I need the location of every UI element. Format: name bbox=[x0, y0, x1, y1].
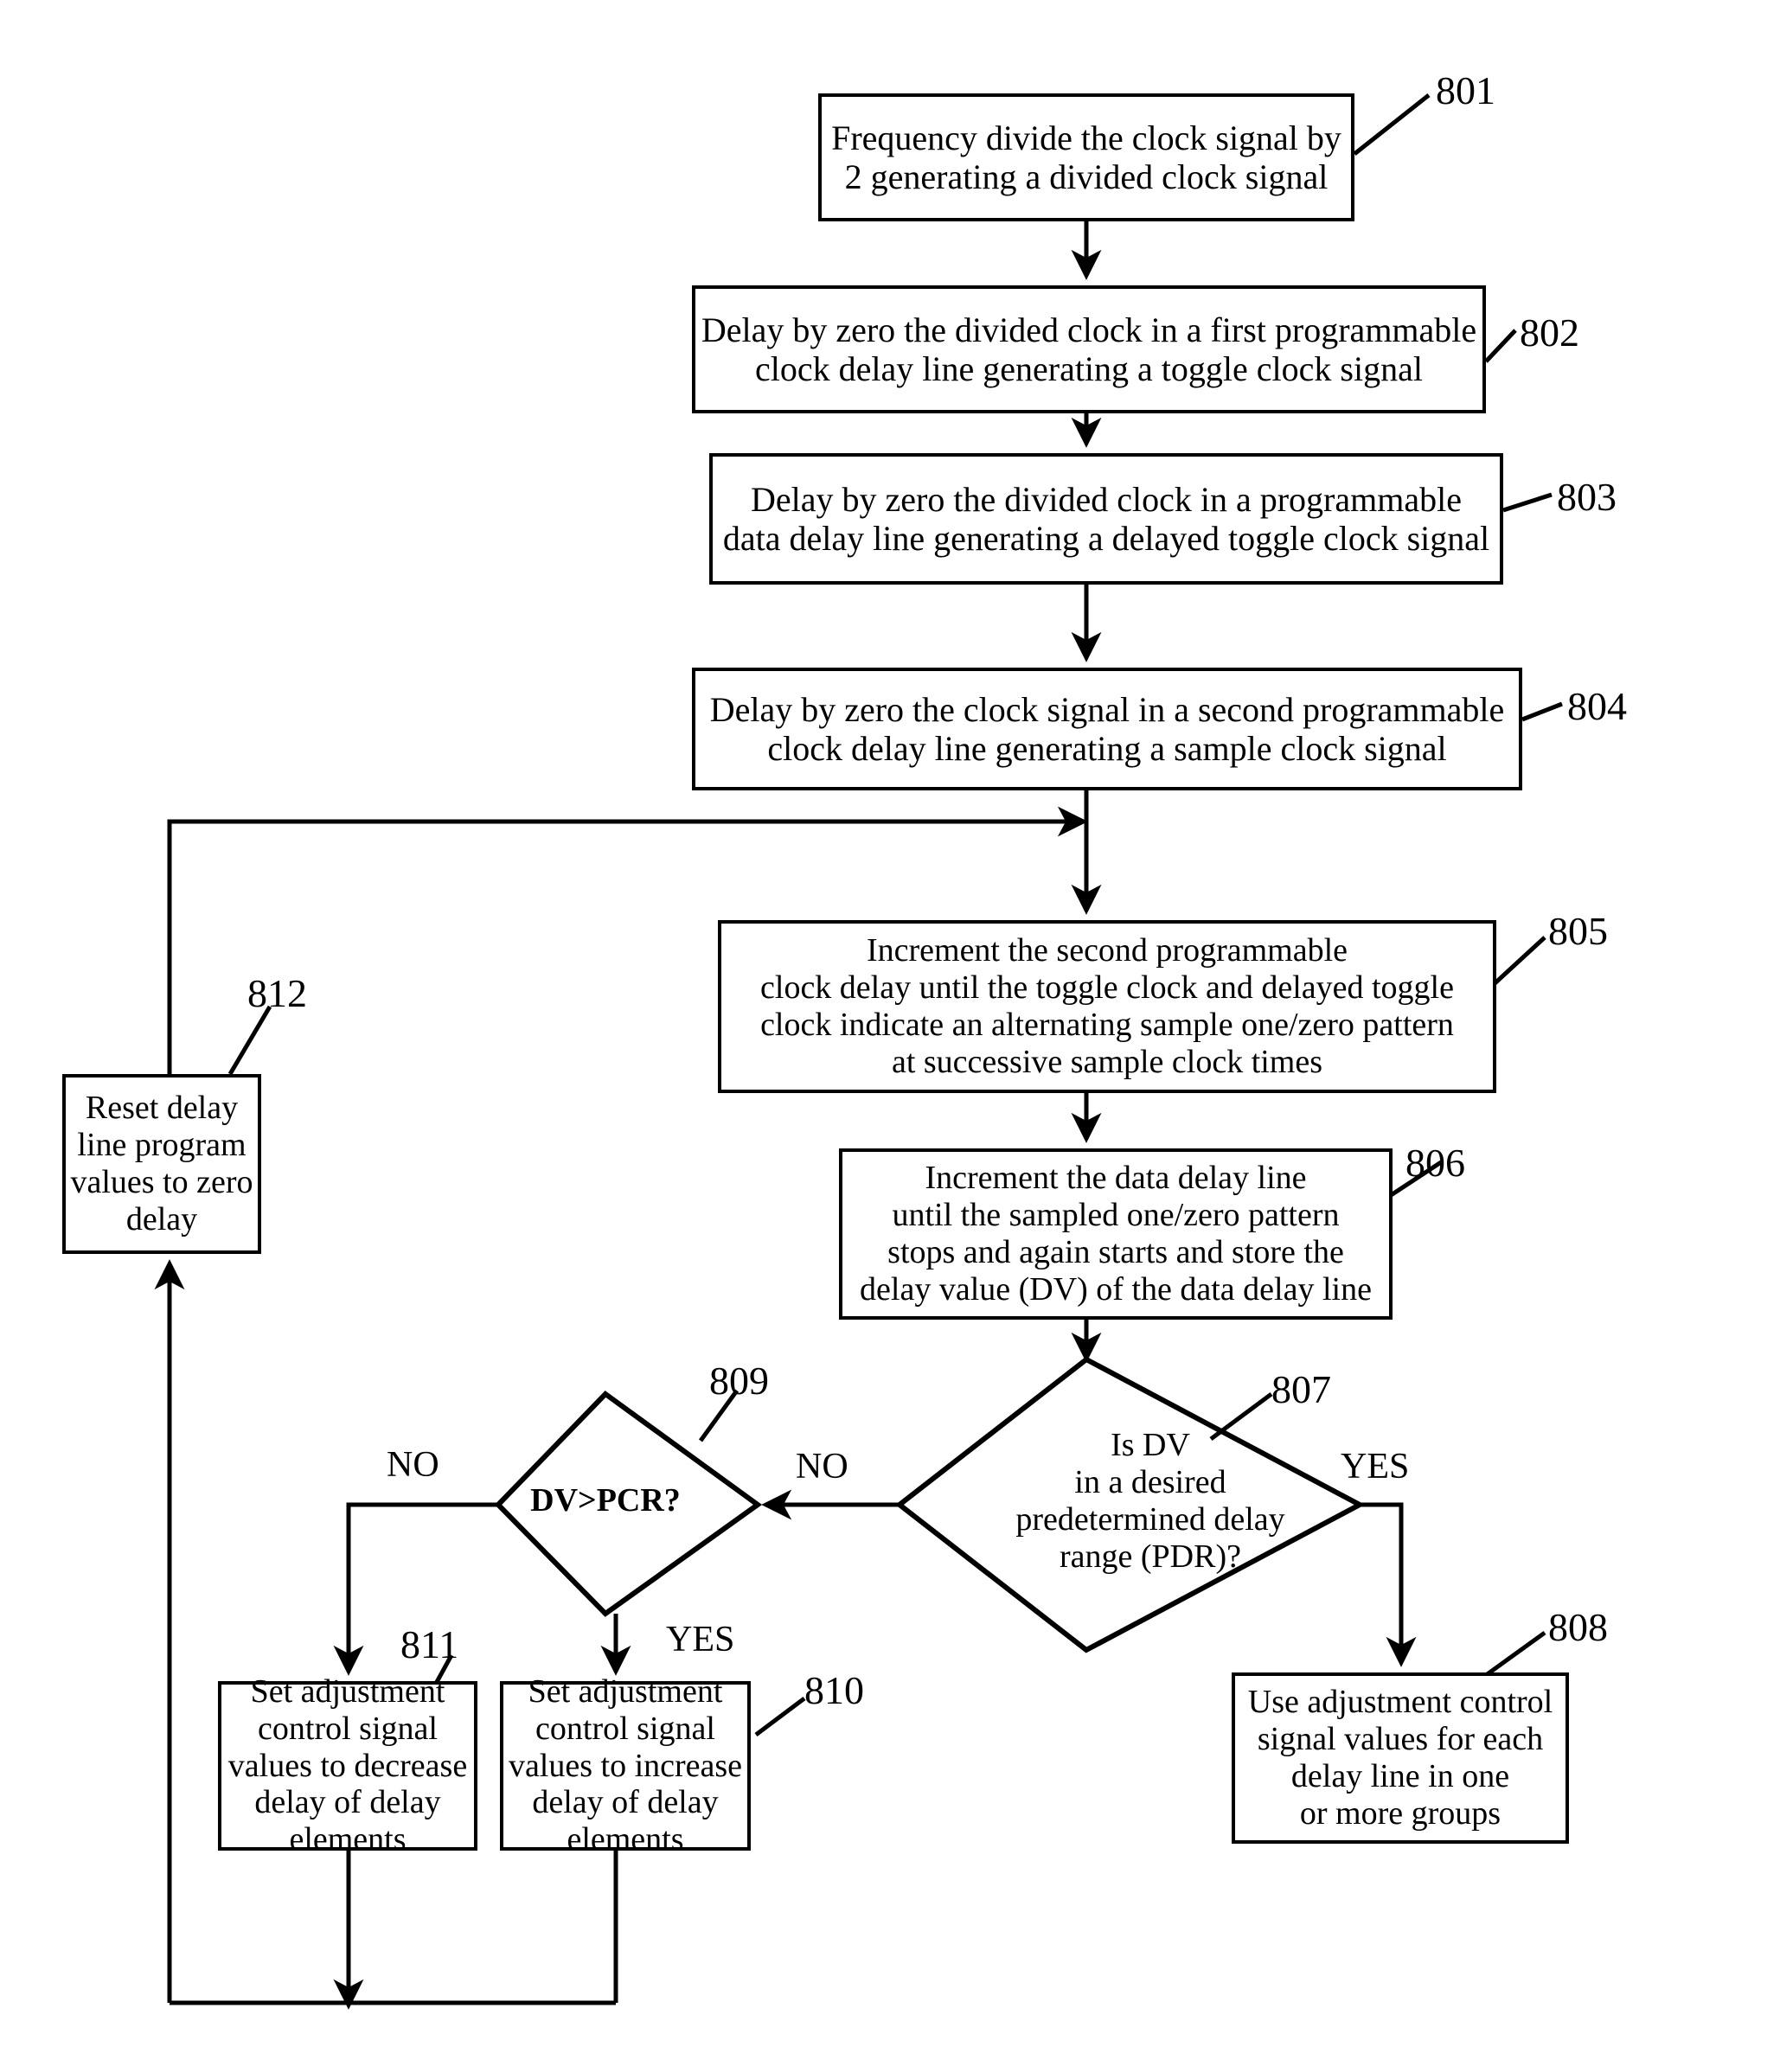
node-801-text: Frequency divide the clock signal by 2 g… bbox=[831, 118, 1341, 196]
ref-numeral-809: 809 bbox=[709, 1359, 769, 1403]
node-810-text: Set adjustment control signal values to … bbox=[508, 1672, 743, 1858]
process-node-801: Frequency divide the clock signal by 2 g… bbox=[818, 93, 1354, 221]
ref-numeral-811: 811 bbox=[400, 1622, 459, 1666]
node-804-text: Delay by zero the clock signal in a seco… bbox=[709, 689, 1505, 768]
node-809-text: DV>PCR? bbox=[530, 1481, 681, 1519]
process-node-811: Set adjustment control signal values to … bbox=[218, 1673, 477, 1858]
decision-node-809: DV>PCR? bbox=[484, 1470, 727, 1531]
node-811-text: Set adjustment control signal values to … bbox=[227, 1672, 468, 1858]
ref-numeral-808: 808 bbox=[1548, 1605, 1608, 1649]
node-812-text: Reset delay line program values to zero … bbox=[70, 1090, 253, 1237]
edge-807-yes-808 bbox=[1360, 1502, 1417, 1667]
ref-numeral-807: 807 bbox=[1271, 1367, 1331, 1411]
leader-801 bbox=[1353, 93, 1431, 156]
edge-label-no-809: NO bbox=[387, 1445, 439, 1485]
decision-node-807: Is DV in a desired predetermined delay r… bbox=[951, 1415, 1349, 1588]
process-node-810: Set adjustment control signal values to … bbox=[500, 1673, 751, 1858]
ref-numeral-804: 804 bbox=[1567, 684, 1627, 728]
node-808-text: Use adjustment control signal values for… bbox=[1247, 1684, 1553, 1832]
ref-numeral-801: 801 bbox=[1436, 68, 1495, 112]
process-node-802: Delay by zero the divided clock in a fir… bbox=[692, 285, 1486, 413]
process-node-808: Use adjustment control signal values for… bbox=[1232, 1672, 1569, 1844]
ref-numeral-802: 802 bbox=[1520, 310, 1579, 355]
edge-label-yes-809: YES bbox=[666, 1620, 735, 1660]
node-803-text: Delay by zero the divided clock in a pro… bbox=[722, 479, 1490, 558]
leader-803 bbox=[1502, 492, 1553, 513]
node-805-text: Increment the second programmable clock … bbox=[760, 932, 1454, 1080]
edge-label-no-807: NO bbox=[796, 1447, 848, 1487]
ref-numeral-812: 812 bbox=[247, 971, 307, 1015]
process-node-804: Delay by zero the clock signal in a seco… bbox=[692, 668, 1522, 790]
node-807-text: Is DV in a desired predetermined delay r… bbox=[1015, 1427, 1285, 1575]
leader-802 bbox=[1484, 329, 1517, 363]
process-node-812: Reset delay line program values to zero … bbox=[62, 1074, 261, 1254]
process-node-806: Increment the data delay line until the … bbox=[839, 1148, 1393, 1320]
node-802-text: Delay by zero the divided clock in a fir… bbox=[701, 310, 1477, 388]
process-node-805: Increment the second programmable clock … bbox=[718, 920, 1496, 1093]
leader-812 bbox=[227, 1005, 272, 1076]
edge-label-yes-807: YES bbox=[1341, 1447, 1410, 1487]
leader-810 bbox=[754, 1697, 806, 1736]
flowchart-canvas: Frequency divide the clock signal by 2 g… bbox=[0, 0, 1780, 2072]
ref-numeral-805: 805 bbox=[1548, 909, 1608, 953]
node-806-text: Increment the data delay line until the … bbox=[860, 1160, 1372, 1308]
ref-numeral-803: 803 bbox=[1557, 475, 1617, 519]
ref-numeral-810: 810 bbox=[804, 1668, 864, 1712]
process-node-803: Delay by zero the divided clock in a pro… bbox=[709, 453, 1503, 585]
leader-808 bbox=[1481, 1630, 1546, 1680]
ref-numeral-806: 806 bbox=[1405, 1141, 1465, 1185]
leader-804 bbox=[1521, 701, 1563, 722]
